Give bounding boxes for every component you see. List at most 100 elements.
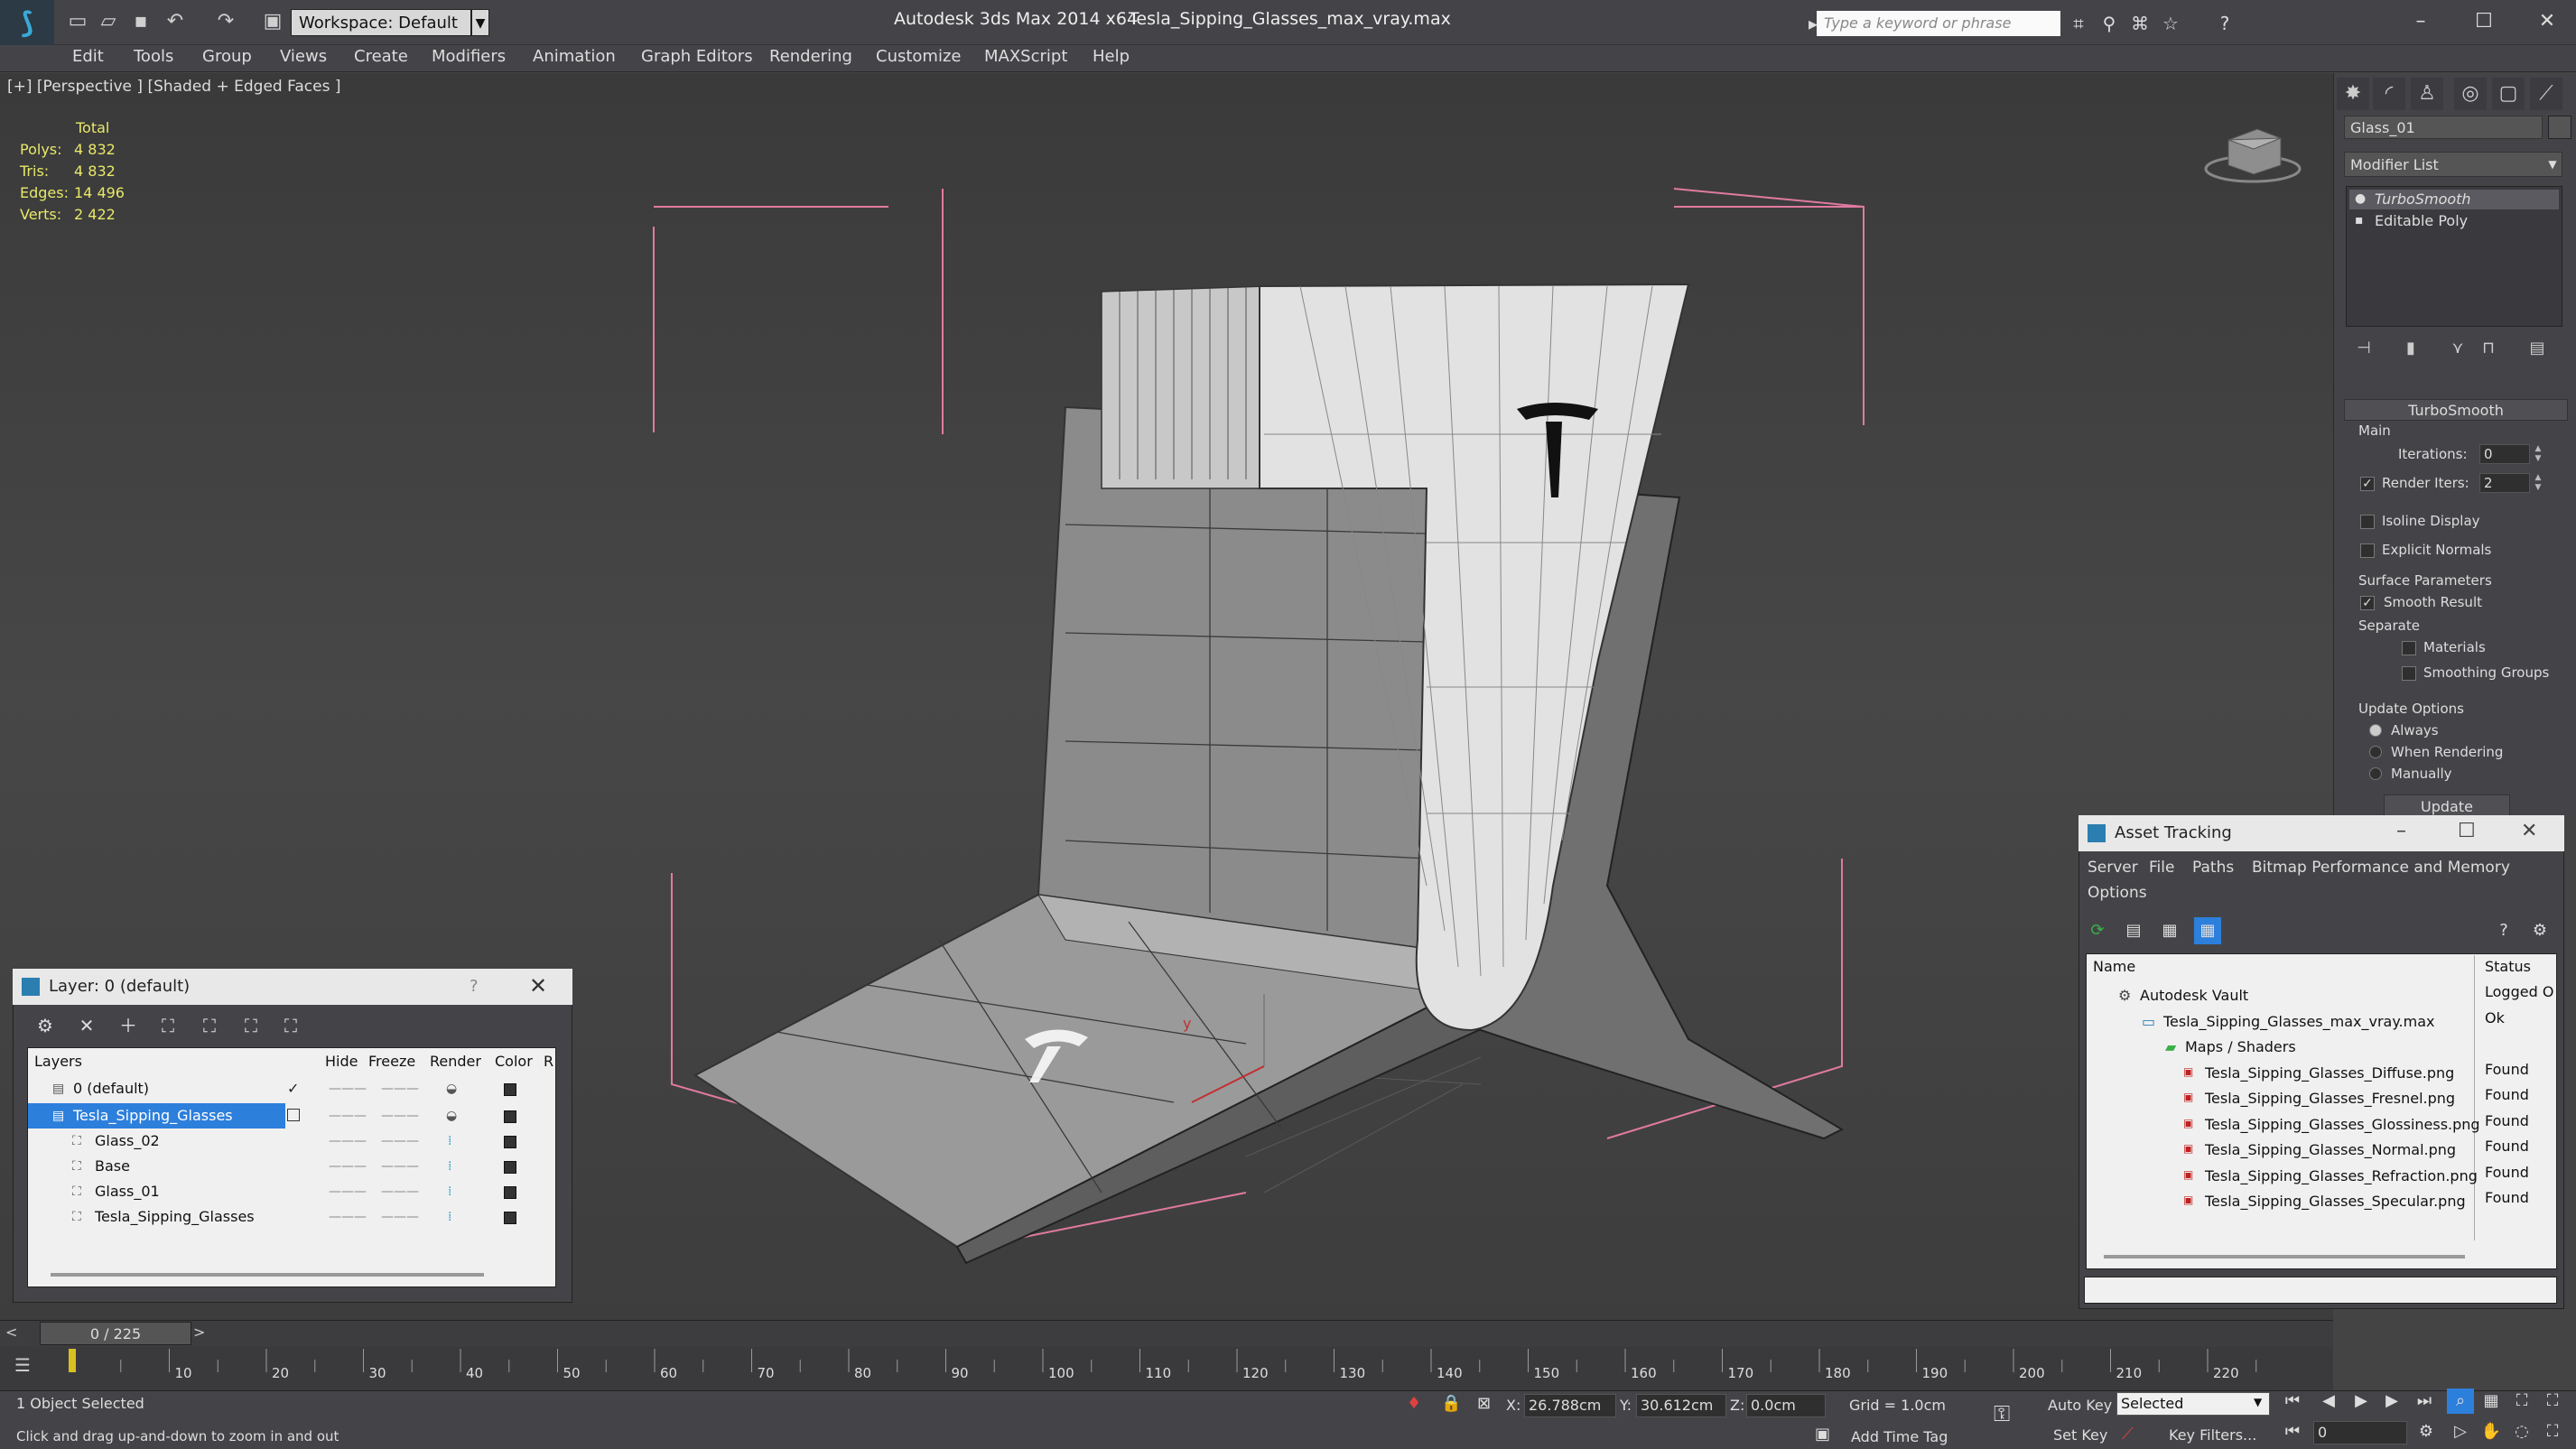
chevron-down-icon[interactable]: ▼ bbox=[2254, 1396, 2262, 1408]
freeze-toggle[interactable]: ——— bbox=[381, 1082, 419, 1096]
render-dots-icon[interactable]: ⁞ bbox=[448, 1184, 451, 1199]
zoom-extents-all-icon[interactable]: ⛶ bbox=[2539, 1389, 2566, 1414]
hide-toggle[interactable]: ——— bbox=[329, 1109, 367, 1123]
utilities-tab-icon[interactable]: ⟋ bbox=[2530, 78, 2562, 110]
layer-color-swatch[interactable] bbox=[504, 1161, 516, 1174]
redo-icon[interactable]: ↷ bbox=[213, 9, 238, 34]
help-icon[interactable]: ? bbox=[470, 977, 479, 996]
project-folder-icon[interactable]: ▣ bbox=[260, 9, 285, 34]
key-icon[interactable]: ⚿ bbox=[1994, 1401, 2010, 1426]
render-teapot-icon[interactable]: ◒ bbox=[446, 1109, 457, 1123]
favorites-star-icon[interactable]: ☆ bbox=[2158, 11, 2183, 36]
menu-maxscript[interactable]: MAXScript bbox=[984, 47, 1067, 66]
horizontal-scrollbar[interactable] bbox=[51, 1273, 484, 1277]
time-config-icon[interactable]: ⚙ bbox=[2413, 1419, 2440, 1444]
render-iters-spinner[interactable]: 2 bbox=[2479, 473, 2530, 493]
hierarchy-tab-icon[interactable]: ♙ bbox=[2411, 78, 2443, 110]
zoom-icon[interactable]: ⌕ bbox=[2447, 1389, 2474, 1414]
orbit-icon[interactable]: ◌ bbox=[2508, 1419, 2535, 1444]
x-coordinate-field[interactable]: 26.788cm bbox=[1524, 1394, 1616, 1417]
minimize-icon[interactable]: – bbox=[2396, 820, 2406, 842]
layer-dialog-title[interactable]: Layer: 0 (default) bbox=[13, 969, 572, 1005]
freeze-toggle[interactable]: ——— bbox=[381, 1184, 419, 1199]
time-slider-thumb[interactable]: 0 / 225 bbox=[40, 1322, 191, 1345]
render-iters-checkbox[interactable]: ✓ bbox=[2360, 477, 2375, 491]
layer-row[interactable]: Base bbox=[28, 1154, 555, 1179]
layer-color-swatch[interactable] bbox=[504, 1212, 516, 1224]
stack-item-editable-poly[interactable]: Editable Poly bbox=[2349, 211, 2559, 231]
maximize-icon[interactable]: ☐ bbox=[2460, 5, 2508, 38]
hide-toggle[interactable]: ——— bbox=[329, 1210, 367, 1224]
menu-group[interactable]: Group bbox=[202, 47, 252, 66]
freeze-toggle[interactable]: ——— bbox=[381, 1134, 419, 1148]
play-icon[interactable]: ▶ bbox=[2348, 1389, 2375, 1414]
menu-modifiers[interactable]: Modifiers bbox=[432, 47, 506, 66]
key-mode-toggle-icon[interactable]: ⏮ bbox=[2279, 1419, 2306, 1444]
layer-row[interactable]: Tesla_Sipping_Glasses bbox=[28, 1204, 555, 1230]
column-header[interactable]: Freeze bbox=[368, 1053, 415, 1070]
pin-stack-icon[interactable]: ⊣ bbox=[2351, 336, 2376, 361]
key-mode-dropdown[interactable]: Selected bbox=[2116, 1392, 2270, 1416]
open-mini-curve-editor-icon[interactable]: ☰ bbox=[14, 1354, 31, 1376]
freeze-toggle[interactable]: ——— bbox=[381, 1159, 419, 1174]
zoom-extents-icon[interactable]: ⛶ bbox=[2508, 1389, 2535, 1414]
undo-icon[interactable]: ↶ bbox=[163, 9, 188, 34]
column-header[interactable]: Status bbox=[2485, 958, 2531, 975]
lightbulb-icon[interactable]: ● bbox=[2355, 191, 2366, 206]
menu-rendering[interactable]: Rendering bbox=[769, 47, 852, 66]
menu-customize[interactable]: Customize bbox=[876, 47, 961, 66]
menu-graph-editors[interactable]: Graph Editors bbox=[641, 47, 753, 66]
layer-color-swatch[interactable] bbox=[504, 1186, 516, 1199]
render-dots-icon[interactable]: ⁞ bbox=[448, 1134, 451, 1148]
menu-animation[interactable]: Animation bbox=[533, 47, 616, 66]
highlight-layer-icon[interactable]: ⛶ bbox=[195, 1011, 224, 1040]
column-header[interactable]: Name bbox=[2093, 958, 2135, 975]
field-of-view-icon[interactable]: ▷ bbox=[2447, 1419, 2474, 1444]
asset-path-field[interactable] bbox=[2084, 1277, 2557, 1304]
spinner-arrows-icon[interactable]: ▲ ▼ bbox=[2532, 444, 2544, 464]
help-icon[interactable]: ? bbox=[2212, 11, 2237, 36]
communication-icon[interactable]: ⌘ bbox=[2127, 11, 2153, 36]
isolate-selection-icon[interactable]: ♦ bbox=[1407, 1394, 1421, 1413]
show-end-result-icon[interactable]: ▮ bbox=[2398, 336, 2423, 361]
set-key-button[interactable]: Set Key bbox=[2053, 1426, 2107, 1444]
menu-edit[interactable]: Edit bbox=[72, 47, 104, 66]
list-view-icon[interactable]: ▤ bbox=[2120, 917, 2147, 944]
table-view-icon[interactable]: ▦ bbox=[2156, 917, 2183, 944]
layer-color-swatch[interactable] bbox=[504, 1136, 516, 1148]
add-time-tag[interactable]: Add Time Tag bbox=[1851, 1428, 1948, 1445]
always-radio[interactable] bbox=[2369, 724, 2382, 737]
close-icon[interactable]: ✕ bbox=[2521, 820, 2537, 842]
materials-checkbox[interactable] bbox=[2402, 641, 2416, 655]
freeze-toggle[interactable]: ——— bbox=[381, 1210, 419, 1224]
delete-layer-icon[interactable]: ✕ bbox=[72, 1011, 101, 1040]
set-keys-icon[interactable]: ⟋ bbox=[2122, 1425, 2134, 1444]
go-to-start-icon[interactable]: ⏮ bbox=[2279, 1389, 2306, 1414]
modify-tab-icon[interactable]: ◜ bbox=[2373, 78, 2405, 110]
modifier-list-dropdown[interactable]: Modifier List bbox=[2344, 152, 2562, 177]
add-layer-icon[interactable]: ＋ bbox=[114, 1011, 143, 1040]
asset-tracking-title[interactable]: Asset Tracking bbox=[2078, 815, 2564, 851]
go-to-end-icon[interactable]: ⏭ bbox=[2411, 1389, 2438, 1414]
menu-views[interactable]: Views bbox=[280, 47, 327, 66]
horizontal-scrollbar[interactable] bbox=[2104, 1255, 2465, 1259]
current-layer-check-icon[interactable]: ✓ bbox=[287, 1080, 299, 1097]
absolute-mode-icon[interactable]: ⊠ bbox=[1477, 1394, 1491, 1413]
select-objects-icon[interactable]: ⛶ bbox=[153, 1011, 182, 1040]
z-coordinate-field[interactable]: 0.0cm bbox=[1746, 1394, 1826, 1417]
isoline-display-checkbox[interactable] bbox=[2360, 515, 2375, 529]
motion-tab-icon[interactable]: ◎ bbox=[2454, 78, 2487, 110]
create-tab-icon[interactable]: ✸ bbox=[2337, 78, 2369, 110]
menu-help[interactable]: Help bbox=[1093, 47, 1130, 66]
chevron-down-icon[interactable]: ▼ bbox=[471, 9, 489, 36]
hide-toggle[interactable]: ——— bbox=[329, 1184, 367, 1199]
time-tag-icon[interactable]: ▣ bbox=[1815, 1425, 1830, 1444]
asset-menu-server[interactable]: Server bbox=[2088, 859, 2138, 877]
settings-icon[interactable]: ⚙ bbox=[2526, 917, 2553, 944]
smooth-result-checkbox[interactable]: ✓ bbox=[2360, 596, 2375, 610]
object-color-swatch[interactable] bbox=[2548, 116, 2571, 139]
workspace-dropdown[interactable]: Workspace: Default bbox=[291, 9, 471, 36]
asset-menu-options[interactable]: Options bbox=[2088, 884, 2147, 902]
layer-row[interactable]: Tesla_Sipping_Glasses bbox=[28, 1103, 285, 1129]
asset-row[interactable]: Tesla_Sipping_Glasses_max_vray.max bbox=[2163, 1009, 2576, 1035]
